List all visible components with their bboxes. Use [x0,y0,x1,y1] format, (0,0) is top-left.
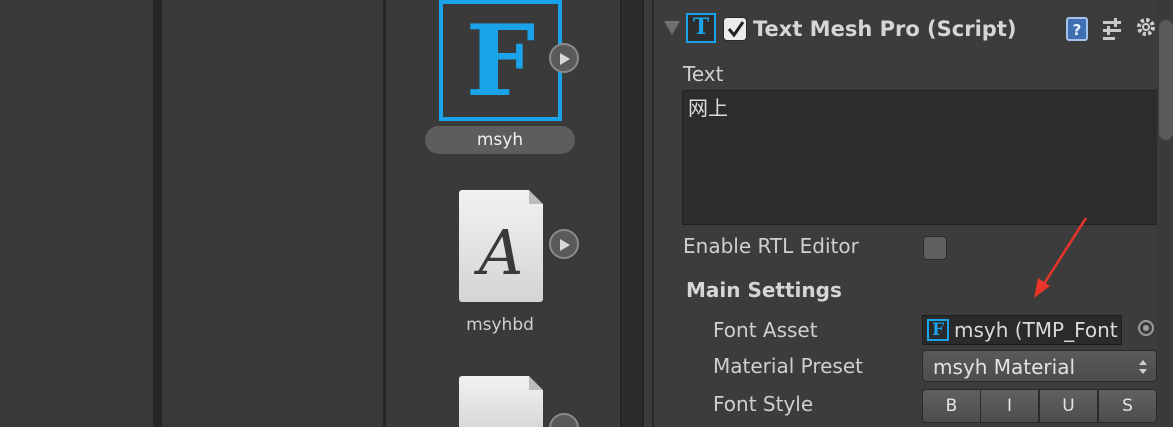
play-icon [560,53,570,65]
annotation-arrow-icon [1034,217,1088,298]
check-icon [727,21,745,38]
material-preset-value: msyh Material [933,355,1076,379]
font-file-icon: A [478,216,524,289]
font-asset-field[interactable]: F msyh (TMP_Font Asset) [922,315,1122,345]
window-divider[interactable] [620,0,644,427]
font-asset-label: Font Asset [713,318,818,342]
component-enabled-checkbox[interactable] [723,17,747,41]
help-icon[interactable]: ? [1065,16,1089,42]
play-icon [560,239,570,251]
inspector-border [652,0,654,427]
font-asset-icon: F [465,4,536,119]
collapse-arrow-icon[interactable] [664,21,680,35]
material-preset-dropdown[interactable]: msyh Material [922,350,1157,382]
hierarchy-pane [0,0,153,427]
pane-divider[interactable] [153,0,162,427]
project-folder-pane [162,0,383,427]
dropdown-arrows-icon [1139,360,1147,374]
material-preset-label: Material Preset [713,354,863,378]
asset-name-label[interactable]: msyh [425,126,575,154]
font-asset-thumbnail[interactable]: F [439,0,562,121]
asset-expand-button[interactable] [549,43,579,73]
font-style-bold-button[interactable]: B [922,389,981,423]
asset-expand-button[interactable] [549,229,579,259]
object-picker-icon[interactable] [1138,320,1154,336]
svg-text:?: ? [1073,21,1082,39]
font-asset-icon: F [927,319,949,341]
textmeshpro-icon: T [686,13,716,43]
font-style-italic-button[interactable]: I [980,389,1039,423]
asset-name-label[interactable]: msyhbd [425,315,575,339]
font-style-strikethrough-button[interactable]: S [1098,389,1157,423]
text-label: Text [683,62,724,86]
font-style-toolbar: B I U S [922,389,1157,423]
preset-icon[interactable] [1100,16,1124,42]
text-input-area[interactable]: 网上 [682,90,1159,225]
scrollbar-thumb[interactable] [1159,20,1173,140]
font-file-thumbnail[interactable]: A [459,190,543,302]
font-file-thumbnail[interactable] [459,376,543,427]
main-settings-heading: Main Settings [686,278,842,302]
font-style-label: Font Style [713,392,814,416]
enable-rtl-checkbox[interactable] [923,236,947,260]
font-asset-value: msyh (TMP_Font Asset) [954,318,1121,342]
font-style-underline-button[interactable]: U [1039,389,1098,423]
enable-rtl-label: Enable RTL Editor [683,234,859,258]
component-title: Text Mesh Pro (Script) [753,17,1017,41]
